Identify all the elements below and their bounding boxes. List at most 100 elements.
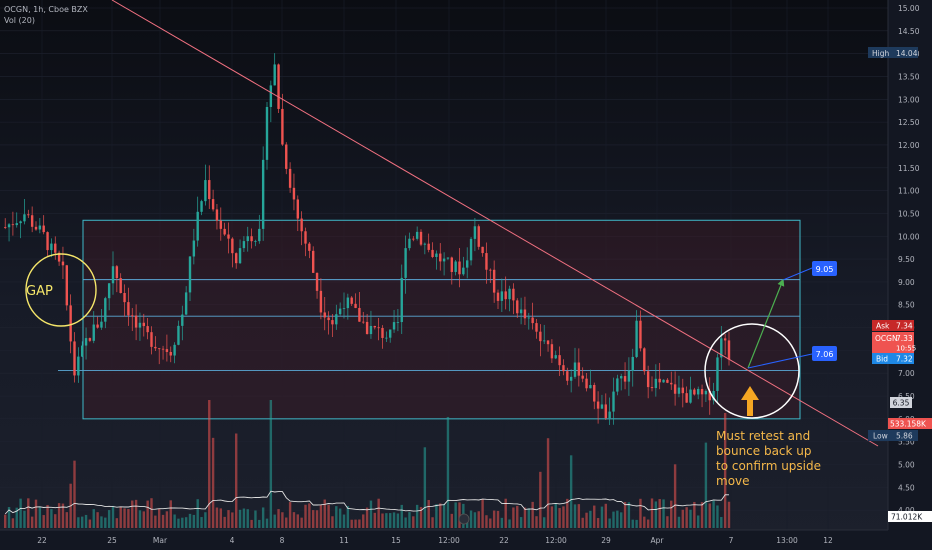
candle-body: [462, 267, 465, 275]
candle-body: [569, 376, 573, 381]
candle-body: [42, 225, 45, 233]
volume-bar: [188, 513, 192, 528]
volume-bar: [562, 506, 565, 528]
volume-bar: [408, 512, 411, 528]
price-tick-label: 13.00: [898, 95, 920, 104]
ask-tag-value: 7.34: [896, 322, 913, 331]
target-tag-upper[interactable]: 9.05: [812, 261, 837, 276]
candle-body: [535, 323, 538, 332]
target-tag-lower[interactable]: 7.06: [812, 346, 837, 361]
candle-body: [127, 302, 130, 316]
candle-body: [104, 298, 107, 322]
chart-canvas[interactable]: GAP 9.05 7.06 Must retest and bounce bac…: [0, 0, 932, 550]
volume-bar: [154, 515, 157, 528]
volume-bar: [596, 518, 600, 528]
candle-body: [377, 327, 380, 329]
volume-bar: [242, 508, 246, 528]
candle-body: [385, 337, 388, 339]
candle-body: [23, 214, 26, 222]
volume-bar: [30, 516, 34, 528]
bid-tag-value: 7.32: [896, 355, 913, 364]
scroll-to-realtime-icon[interactable]: [458, 513, 470, 525]
time-tick-label: 22: [37, 536, 47, 545]
range-box-rect[interactable]: [82, 219, 801, 420]
volume-bar: [650, 498, 654, 528]
volume-bar: [96, 512, 99, 528]
volume-bar: [673, 464, 677, 528]
chart-legend: OCGN, 1h, Cboe BZX Vol (20): [4, 4, 88, 26]
volume-bar: [304, 504, 307, 528]
candle-body: [319, 290, 323, 313]
volume-bar: [566, 498, 569, 528]
candle-body: [154, 346, 157, 349]
candle-body: [204, 180, 207, 202]
volume-bar: [292, 512, 296, 528]
candle-body: [673, 384, 677, 394]
volume-bar: [269, 400, 273, 528]
volume-bar: [354, 519, 357, 528]
candle-body: [169, 351, 172, 356]
volume-bar: [600, 506, 604, 528]
time-tick-label: 12: [823, 536, 833, 545]
price-axis[interactable]: 15.0014.5014.0013.5013.0012.5012.0011.50…: [887, 0, 932, 530]
candle-body: [727, 340, 731, 360]
volume-bar: [27, 498, 30, 528]
candle-body: [192, 240, 196, 257]
candle-body: [508, 288, 511, 300]
candle-body: [77, 356, 80, 376]
symbol-line[interactable]: OCGN, 1h, Cboe BZX: [4, 4, 88, 15]
candle-body: [496, 292, 500, 301]
high-tag: High 14.04: [868, 47, 918, 58]
candle-body: [338, 308, 342, 315]
candle-body: [261, 159, 265, 229]
candle-body: [362, 321, 365, 323]
candle-body: [389, 329, 392, 338]
candle-body: [96, 324, 99, 328]
time-tick-label: 13:00: [776, 536, 798, 545]
candle-body: [604, 404, 607, 419]
candle-body: [373, 325, 376, 328]
volume-bar: [373, 512, 376, 528]
volume-bar: [208, 400, 211, 528]
volume-indicator-label[interactable]: Vol (20): [4, 15, 88, 26]
candle-body: [608, 411, 611, 419]
volume-bar: [285, 517, 288, 528]
volume-bar: [469, 510, 473, 528]
volume-bar: [685, 507, 688, 528]
volume-bar: [81, 516, 84, 528]
volume-bar: [346, 506, 350, 528]
volume-bar: [65, 512, 68, 528]
candle-body: [577, 362, 581, 376]
volume-bar: [223, 516, 226, 528]
candle-body: [504, 291, 507, 300]
volume-bar: [177, 518, 180, 528]
candle-body: [69, 305, 72, 342]
candle-body: [589, 384, 592, 389]
candle-body: [585, 378, 588, 389]
volume-bar: [107, 510, 111, 528]
last-price-value: 7.33: [896, 334, 913, 343]
volume-bar: [546, 438, 550, 528]
volume-bar: [146, 500, 149, 528]
time-axis[interactable]: 22 25 Mar 4 8 11 15 12:00 22 12:00 29 Apr 7 13:00 12: [0, 529, 932, 550]
volume-bar: [670, 500, 673, 528]
candle-body: [46, 232, 49, 251]
volume-bar: [396, 513, 400, 528]
candle-body: [227, 234, 230, 239]
volume-bar: [169, 500, 172, 528]
volume-bar: [296, 514, 299, 528]
candle-body: [485, 253, 488, 270]
bid-tag: Bid 7.32: [872, 353, 914, 364]
volume-tag: 533.158K: [888, 418, 932, 429]
volume-bar: [500, 517, 504, 528]
candle-body: [446, 257, 450, 259]
volume-bar: [643, 516, 646, 528]
volume-bar: [161, 514, 165, 528]
candle-body: [215, 209, 219, 221]
volume-bar: [277, 509, 280, 528]
volume-bar: [308, 503, 311, 528]
volume-bar: [385, 513, 388, 528]
candle-body: [111, 266, 115, 284]
volume-bar: [720, 517, 723, 528]
time-tick-label: 25: [107, 536, 117, 545]
